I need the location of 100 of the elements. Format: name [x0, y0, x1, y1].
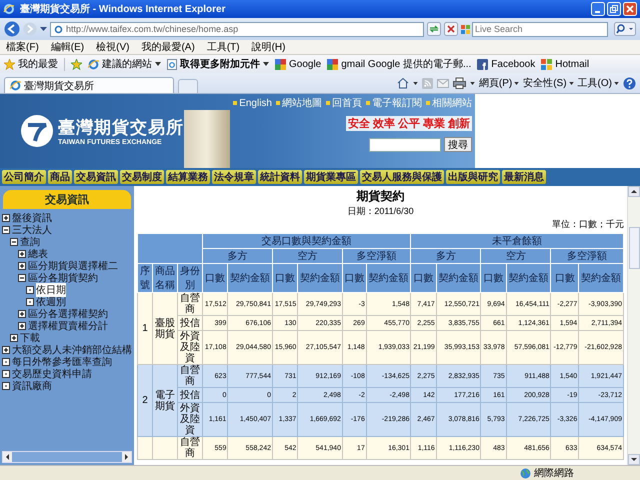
menu-item[interactable]: 工具(T) [206, 40, 240, 54]
header-cell: 契約金額 [298, 264, 342, 292]
favorites-link[interactable]: Google [275, 58, 322, 70]
window-title: 臺灣期貨交易所 - Windows Internet Explorer [20, 2, 226, 16]
expand-icon[interactable] [2, 214, 10, 222]
tree-item[interactable]: 依日期 [36, 283, 66, 297]
favorites-link[interactable]: gmail Google 提供的電子郵... [327, 57, 472, 71]
header-link[interactable]: English [233, 96, 272, 110]
header-cell: 口數 [202, 264, 228, 292]
caret-icon[interactable] [40, 26, 47, 32]
nav-item[interactable]: 統計資料 [258, 170, 302, 184]
help-icon[interactable] [623, 76, 636, 90]
command-menu-button[interactable]: 網頁(P) [478, 76, 520, 90]
expand-icon[interactable] [18, 322, 26, 330]
favorites-link[interactable]: Facebook [477, 58, 536, 70]
menu-item[interactable]: 編輯(E) [50, 40, 84, 54]
header-link[interactable]: 回首頁 [326, 96, 362, 110]
globe-e-icon [88, 58, 99, 70]
vertical-scrollbar[interactable] [627, 186, 640, 465]
colored-squares-icon [275, 58, 286, 70]
header-cell: 口數 [410, 264, 436, 292]
maximize-button[interactable] [607, 2, 621, 16]
header-cell: 多方 [410, 248, 481, 264]
expand-icon[interactable] [18, 262, 26, 270]
caret-icon[interactable] [470, 82, 475, 84]
scroll-right-button[interactable] [122, 452, 131, 462]
browser-tab[interactable]: 臺灣期貨交易所 [4, 77, 174, 93]
table-cell: 2 [138, 364, 152, 436]
tree-item[interactable]: 資訊廠商 [12, 379, 52, 393]
tree-item[interactable]: 每日外幣參考匯率查詢 [12, 355, 112, 369]
tree-item[interactable]: 交易歷史資料申請 [12, 367, 92, 381]
tree-item[interactable]: 總表 [28, 247, 48, 261]
nav-item[interactable]: 交易人服務與保護 [360, 170, 444, 184]
header-cell: 契約金額 [228, 264, 272, 292]
caret-icon [263, 62, 269, 66]
search-field[interactable]: Live Search [472, 22, 608, 36]
printer-icon[interactable] [452, 77, 466, 89]
command-menu-button[interactable]: 安全性(S) [523, 76, 574, 90]
tree-item[interactable]: 選擇權買賣權分計 [28, 319, 108, 333]
tree-item[interactable]: 依週別 [36, 295, 66, 309]
page-icon [54, 24, 63, 34]
nav-item[interactable]: 公司簡介 [2, 170, 46, 184]
windows-logo-icon [461, 24, 470, 34]
stop-button[interactable] [444, 22, 458, 36]
nav-item[interactable]: 期貨業專區 [304, 170, 358, 184]
nav-item[interactable]: 最新消息 [502, 170, 546, 184]
header-cell: 交易口數與契約金額 [202, 234, 411, 248]
nav-item[interactable]: 出版與研究 [446, 170, 500, 184]
back-button[interactable] [4, 21, 20, 37]
close-button[interactable] [623, 2, 637, 16]
home-icon[interactable] [396, 77, 409, 89]
menu-item[interactable]: 檢視(V) [96, 40, 130, 54]
collapse-icon[interactable] [10, 238, 18, 246]
tree-item[interactable]: 大額交易人未沖銷部位結構 [12, 343, 132, 357]
scrollbar-thumb[interactable] [628, 227, 640, 269]
favorites-button[interactable]: 我的最愛 [4, 57, 58, 71]
nav-item[interactable]: 商品 [48, 170, 72, 184]
tree-item[interactable]: 區分各選擇權契約 [28, 307, 108, 321]
header-cell: 序號 [138, 264, 152, 292]
scroll-up-button[interactable] [628, 186, 640, 197]
menu-item[interactable]: 說明(H) [252, 40, 286, 54]
header-cell: 商品名稱 [152, 264, 178, 292]
tree-item[interactable]: 下載 [20, 331, 40, 345]
expand-icon[interactable] [18, 310, 26, 318]
header-cell: 口數 [342, 264, 366, 292]
collapse-icon[interactable] [2, 226, 10, 234]
collapse-icon[interactable] [18, 274, 26, 282]
favorites-link[interactable]: 建議的網站 [88, 57, 161, 71]
expand-icon[interactable] [18, 250, 26, 258]
refresh-button[interactable] [427, 22, 441, 36]
tree-item[interactable]: 區分期貨與選擇權二 [28, 259, 118, 273]
address-field[interactable]: http://www.taifex.com.tw/chinese/home.asp [50, 22, 424, 36]
favorites-link[interactable]: 取得更多附加元件 [167, 57, 269, 71]
scroll-left-button[interactable] [3, 452, 12, 462]
tree-item[interactable]: 區分各期貨契約 [28, 271, 98, 285]
caret-icon[interactable] [412, 82, 418, 84]
menu-item[interactable]: 我的最愛(A) [141, 40, 195, 54]
nav-item[interactable]: 結算業務 [166, 170, 210, 184]
search-button[interactable]: 搜尋 [444, 137, 472, 152]
expand-icon[interactable] [2, 346, 10, 354]
expand-icon[interactable] [10, 334, 18, 342]
horizontal-scrollbar[interactable] [2, 451, 132, 463]
command-menu-button[interactable]: 工具(O) [578, 76, 619, 90]
scroll-down-button[interactable] [628, 454, 640, 465]
table-cell: 投信 [178, 316, 202, 330]
nav-item[interactable]: 交易資訊 [74, 170, 118, 184]
favorites-link[interactable]: Hotmail [541, 58, 590, 70]
menu-item[interactable]: 檔案(F) [6, 40, 39, 54]
add-favorite-icon[interactable] [71, 58, 82, 70]
nav-item[interactable]: 交易制度 [120, 170, 164, 184]
header-cell: 身份別 [178, 264, 202, 292]
table-cell: 投信 [178, 388, 202, 402]
tree-item[interactable]: 查詢 [20, 235, 40, 249]
nav-item[interactable]: 法令規章 [212, 170, 256, 184]
site-search-field[interactable] [369, 138, 441, 152]
minimize-button[interactable] [591, 2, 605, 16]
tree-item[interactable]: 盤後資訊 [12, 212, 52, 225]
header-link[interactable]: 網站地圖 [276, 96, 322, 110]
search-button[interactable] [614, 22, 636, 36]
tree-item[interactable]: 三大法人 [12, 223, 52, 237]
